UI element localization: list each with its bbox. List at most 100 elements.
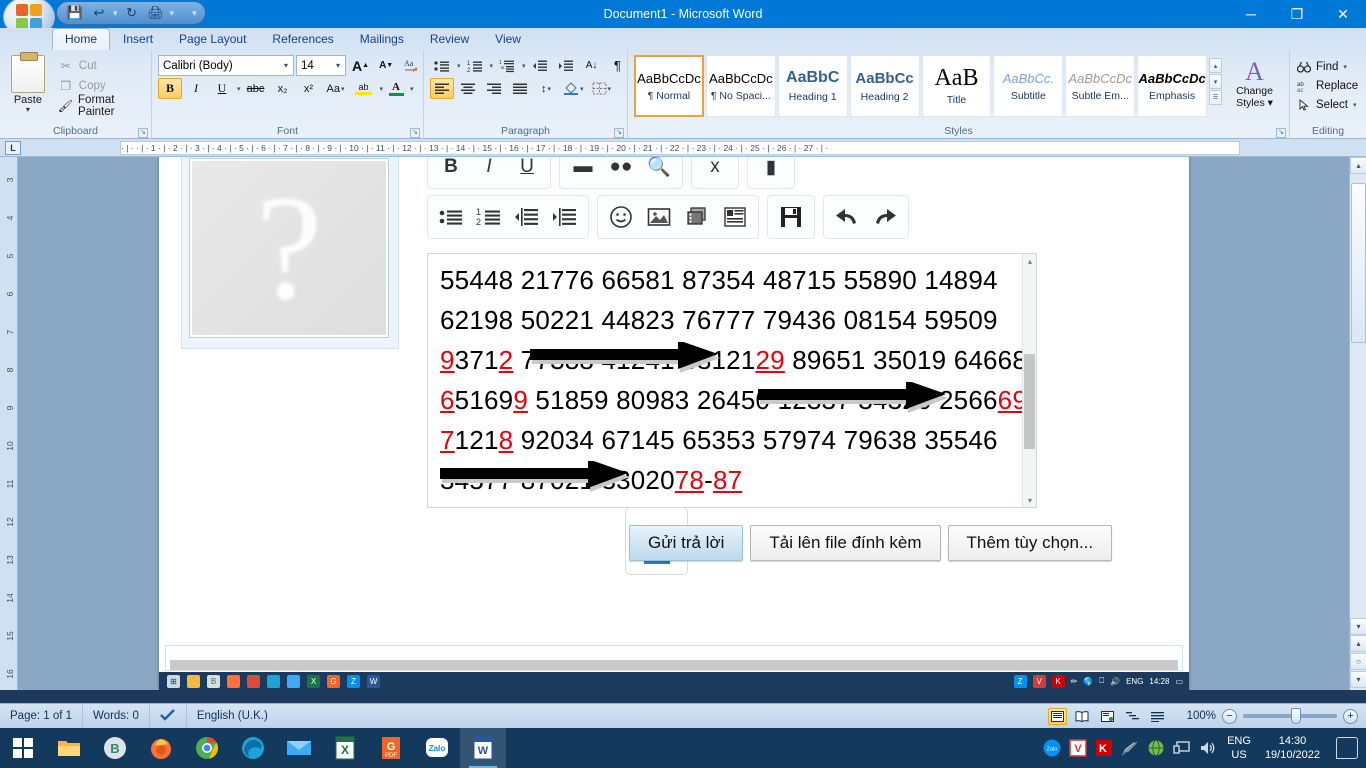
styles-more-button[interactable]: ☰ — [1209, 90, 1222, 105]
grow-font-button[interactable]: A▲ — [348, 55, 373, 76]
submit-reply-button[interactable]: Gửi trả lời — [629, 525, 743, 561]
italic-button[interactable]: I — [184, 78, 208, 99]
find-dropdown-icon[interactable]: ▾ — [1343, 63, 1347, 71]
zoom-level-label[interactable]: 100% — [1187, 710, 1216, 722]
word-icon[interactable]: W — [367, 675, 380, 688]
print-dropdown-icon[interactable]: ▾ — [170, 8, 175, 19]
emoji-icon[interactable] — [604, 200, 638, 234]
redo-icon[interactable]: ↻ — [122, 4, 142, 22]
show-formatting-marks-button[interactable]: ¶ — [606, 55, 630, 76]
firefox-icon[interactable] — [227, 675, 240, 688]
sort-button[interactable]: A↓ — [580, 55, 604, 76]
decrease-indent-icon[interactable] — [510, 200, 544, 234]
more-options-button[interactable]: Thêm tùy chọn... — [948, 525, 1113, 561]
file-explorer-icon[interactable] — [187, 675, 200, 688]
chrome-icon[interactable] — [247, 675, 260, 688]
zoom-slider-thumb[interactable] — [1291, 708, 1301, 724]
edge-icon[interactable] — [267, 675, 280, 688]
scroll-up-button[interactable]: ▴ — [1023, 254, 1037, 268]
customize-qat-icon[interactable]: ▾ — [178, 8, 197, 19]
font-size-combo[interactable]: 14 ▾ — [296, 55, 346, 76]
style-normal[interactable]: AaBbCcDc ¶ Normal — [634, 55, 704, 117]
increase-indent-button[interactable] — [554, 55, 578, 76]
style-heading-2[interactable]: AaBbCc Heading 2 — [850, 55, 920, 117]
chevron-down-icon[interactable]: ▾ — [333, 61, 343, 70]
italic-icon[interactable]: I — [472, 157, 506, 184]
proofing-status[interactable] — [150, 704, 187, 729]
select-dropdown-icon[interactable]: ▾ — [1353, 101, 1357, 109]
inner-hscrollbar-thumb[interactable] — [170, 660, 1178, 670]
zoom-in-button[interactable]: + — [1343, 709, 1358, 724]
bullets-dropdown-icon[interactable]: ▾ — [457, 62, 461, 70]
undo-icon[interactable] — [830, 200, 864, 234]
save-icon[interactable] — [774, 200, 808, 234]
bold-button[interactable]: B — [158, 78, 182, 99]
taskbar-item-word[interactable]: W — [460, 728, 506, 768]
paragraph-dialog-launcher[interactable]: ↘ — [614, 128, 624, 138]
superscript-button[interactable]: x² — [297, 78, 321, 99]
taskbar-item-chrome[interactable] — [184, 728, 230, 768]
print-preview-icon[interactable]: 🖨 — [146, 4, 166, 22]
font-size-icon[interactable]: 🔍 — [642, 157, 676, 184]
styles-scroll-up-button[interactable]: ▴ — [1209, 58, 1222, 73]
style-subtle-emphasis[interactable]: AaBbCcDc Subtle Em... — [1065, 55, 1135, 117]
style-no-spacing[interactable]: AaBbCcDc ¶ No Spaci... — [706, 55, 776, 117]
bullets-button[interactable] — [430, 55, 454, 76]
bulleted-list-icon[interactable] — [434, 200, 468, 234]
view-outline-button[interactable] — [1123, 708, 1142, 725]
document-page[interactable]: ? B I U ▬ ●● 🔍 — [159, 157, 1189, 690]
start-icon[interactable]: ⊞ — [167, 675, 180, 688]
select-button[interactable]: Select ▾ — [1294, 95, 1356, 114]
tab-page-layout[interactable]: Page Layout — [166, 28, 259, 50]
view-print-layout-button[interactable] — [1048, 708, 1067, 725]
chevron-down-icon[interactable]: ▾ — [281, 61, 291, 70]
quote-icon[interactable] — [718, 200, 752, 234]
display-tray-icon[interactable]: ⎕ — [1099, 676, 1104, 686]
underline-icon[interactable]: U — [510, 157, 544, 184]
undo-dropdown-icon[interactable]: ▾ — [113, 8, 118, 19]
format-painter-button[interactable]: 🖌 Format Painter — [58, 97, 147, 115]
scroll-up-button[interactable]: ▴ — [1350, 157, 1366, 174]
unikey-tray-icon[interactable]: V — [1033, 675, 1046, 688]
view-web-layout-button[interactable] — [1098, 708, 1117, 725]
highlight-icon[interactable]: ●● — [604, 157, 638, 184]
tab-stop-selector[interactable]: L — [5, 141, 21, 155]
inner-browser-hscrollbar[interactable] — [165, 645, 1183, 671]
word-count[interactable]: Words: 0 — [83, 704, 150, 729]
font-color-icon[interactable]: ▬ — [566, 157, 600, 184]
font-family-combo[interactable]: Calibri (Body) ▾ — [158, 55, 294, 76]
next-page-button[interactable]: ▾ — [1350, 671, 1366, 688]
mail-icon[interactable] — [287, 675, 300, 688]
horizontal-ruler[interactable]: L · | · · | · 1 · | · 2 · | · 3 · | · 4 … — [0, 139, 1366, 157]
styles-dialog-launcher[interactable]: ↘ — [1276, 128, 1286, 138]
close-button[interactable]: ✕ — [1320, 0, 1366, 28]
document-vertical-scrollbar[interactable]: ▴ ▾ ▴ ○ ▾ — [1349, 157, 1366, 690]
increase-indent-icon[interactable] — [548, 200, 582, 234]
taskbar-item-zalo[interactable]: Zalo — [414, 728, 460, 768]
display-icon[interactable] — [1173, 739, 1191, 757]
shrink-font-button[interactable]: A▼ — [375, 55, 397, 76]
font-color-dropdown-icon[interactable]: ▾ — [410, 85, 414, 93]
line-spacing-button[interactable]: ↕▾ — [534, 78, 558, 99]
strikethrough-button[interactable]: abc — [243, 78, 269, 99]
tab-home[interactable]: Home — [52, 28, 110, 50]
subscript-button[interactable]: x₂ — [271, 78, 295, 99]
cut-button[interactable]: ✂ Cut — [58, 57, 147, 75]
scrollbar-thumb[interactable] — [1024, 354, 1035, 449]
pen-tray-icon[interactable] — [1121, 739, 1139, 757]
undo-icon[interactable]: ↩ — [89, 4, 109, 22]
media-icon[interactable] — [680, 200, 714, 234]
decrease-indent-button[interactable] — [528, 55, 552, 76]
taskbar-item-mail[interactable] — [276, 728, 322, 768]
tab-review[interactable]: Review — [417, 28, 482, 50]
pdf-converter-icon[interactable]: G — [327, 675, 340, 688]
paste-dropdown-icon[interactable]: ▾ — [26, 106, 30, 113]
style-emphasis[interactable]: AaBbCcDc Emphasis — [1137, 55, 1207, 117]
font-dialog-launcher[interactable]: ↘ — [410, 128, 420, 138]
start-button[interactable] — [0, 728, 46, 768]
underline-button[interactable]: U — [210, 78, 234, 99]
select-browse-object-button[interactable]: ○ — [1350, 653, 1366, 670]
taskbar-item-edge[interactable] — [230, 728, 276, 768]
bluestacks-icon[interactable]: B — [207, 675, 220, 688]
tab-view[interactable]: View — [482, 28, 534, 50]
